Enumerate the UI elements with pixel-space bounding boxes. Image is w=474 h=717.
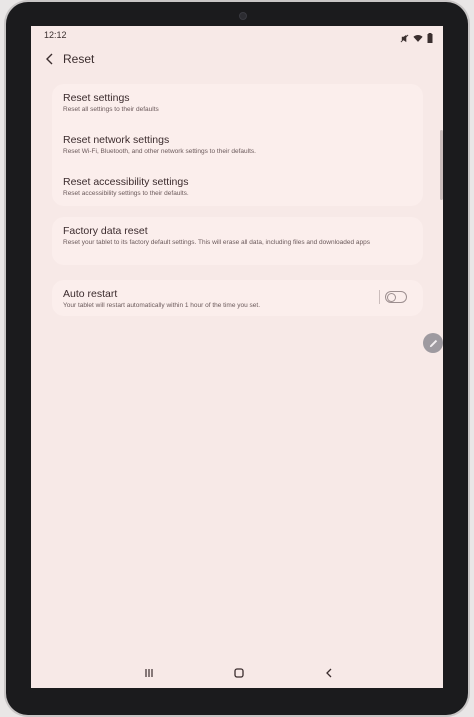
auto-restart-toggle[interactable] (385, 291, 407, 303)
front-camera (239, 12, 247, 20)
page-title: Reset (63, 52, 95, 66)
item-description: Your tablet will restart automatically w… (63, 302, 261, 309)
reset-network-settings-item[interactable]: Reset network settings Reset Wi-Fi, Blue… (63, 134, 412, 157)
item-title: Factory data reset (63, 225, 148, 237)
reset-settings-item[interactable]: Reset settings Reset all settings to the… (63, 92, 412, 115)
item-description: Reset your tablet to its factory default… (63, 239, 370, 246)
back-button[interactable] (41, 50, 59, 68)
item-title: Reset settings (63, 92, 130, 104)
screen: 12:12 Reset Reset settings Reset all set… (31, 26, 443, 688)
navigation-bar (31, 658, 443, 688)
item-title: Auto restart (63, 288, 118, 300)
divider (379, 290, 380, 304)
home-icon (234, 668, 244, 678)
reset-options-card: Reset settings Reset all settings to the… (52, 84, 423, 206)
recents-icon (145, 669, 153, 677)
scrollbar[interactable] (440, 130, 443, 200)
reset-accessibility-settings-item[interactable]: Reset accessibility settings Reset acces… (63, 176, 412, 199)
auto-restart-toggle-area (379, 289, 409, 305)
item-description: Reset Wi-Fi, Bluetooth, and other networ… (63, 148, 256, 155)
app-header: Reset (31, 46, 443, 76)
item-title: Reset accessibility settings (63, 176, 189, 188)
back-icon (326, 668, 332, 678)
status-time: 12:12 (44, 30, 67, 40)
recents-button[interactable] (139, 665, 159, 681)
factory-data-reset-item[interactable]: Factory data reset Reset your tablet to … (63, 225, 412, 248)
nav-back-button[interactable] (319, 665, 339, 681)
home-button[interactable] (229, 665, 249, 681)
edge-panel-handle[interactable] (423, 333, 443, 353)
auto-restart-card: Auto restart Your tablet will restart au… (52, 280, 423, 316)
item-description: Reset accessibility settings to their de… (63, 190, 189, 197)
back-arrow-icon (46, 53, 53, 65)
toggle-knob (387, 292, 396, 302)
auto-restart-item[interactable]: Auto restart Your tablet will restart au… (63, 288, 373, 311)
pencil-icon (429, 339, 437, 347)
status-bar: 12:12 (31, 26, 443, 44)
factory-reset-card: Factory data reset Reset your tablet to … (52, 217, 423, 265)
item-title: Reset network settings (63, 134, 170, 146)
item-description: Reset all settings to their defaults (63, 106, 159, 113)
